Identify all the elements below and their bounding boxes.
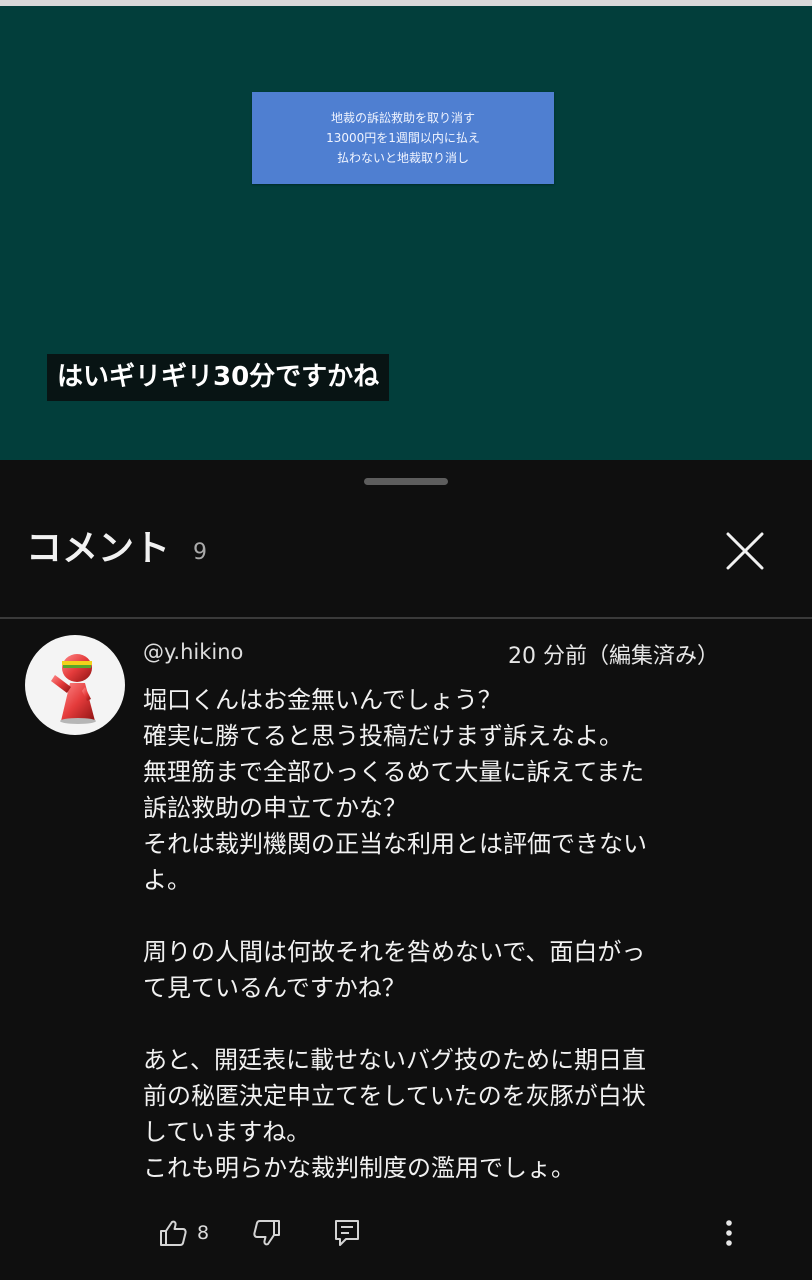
- slide-line: 13000円を1週間以内に払え: [326, 131, 480, 145]
- comment-line: 訴訟救助の申立てかな？: [143, 794, 407, 822]
- comment-line: 堀口くんはお金無いんでしょう？: [143, 686, 502, 714]
- comment-line: 前の秘匿決定申立てをしていたのを灰豚が白状: [143, 1082, 646, 1110]
- avatar[interactable]: [25, 635, 125, 735]
- avatar-figure-icon: [51, 654, 96, 724]
- sheet-drag-handle[interactable]: [364, 478, 448, 485]
- comment-line: していますね。: [143, 1118, 311, 1146]
- slide-line: 地裁の訴訟救助を取り消す: [330, 111, 475, 125]
- comment-blank-line: [143, 1006, 783, 1042]
- comment-text: 堀口くんはお金無いんでしょう？ 確実に勝てると思う投稿だけまず訴えなよ。 無理筋…: [143, 682, 783, 1186]
- slide-line: 払わないと地裁取り消し: [336, 151, 469, 165]
- comment-author[interactable]: @y.hikino: [143, 638, 243, 666]
- comments-title: コメント: [26, 528, 171, 569]
- header-divider: [0, 617, 812, 619]
- close-button[interactable]: [718, 524, 772, 578]
- thumbs-down-icon[interactable]: [252, 1218, 282, 1248]
- more-vertical-icon[interactable]: [714, 1218, 744, 1248]
- close-icon: [726, 532, 764, 570]
- comment-timestamp: 20 分前（編集済み）: [508, 644, 719, 669]
- video-slide-text-box: 地裁の訴訟救助を取り消す 13000円を1週間以内に払え 払わないと地裁取り消し: [252, 92, 554, 184]
- comment-line: よ。: [143, 866, 191, 894]
- comment-line: それは裁判機関の正当な利用とは評価できない: [143, 830, 647, 858]
- video-caption: はいギリギリ30分ですかね: [47, 354, 390, 401]
- comments-sheet: コメント 9 @y.hikino 20 分前（編集済み） 堀口くんはお金無いんで…: [0, 460, 812, 1280]
- comment-line: これも明らかな裁判制度の濫用でしょ。: [143, 1154, 575, 1182]
- video-player[interactable]: 地裁の訴訟救助を取り消す 13000円を1週間以内に払え 払わないと地裁取り消し…: [0, 0, 812, 460]
- comment-line: て見ているんですかね？: [143, 974, 406, 1002]
- comment-blank-line: [143, 898, 783, 934]
- comment-line: 無理筋まで全部ひっくるめて大量に訴えてまた: [143, 758, 645, 786]
- like-count: 8: [197, 1222, 210, 1244]
- comment-line: あと、開廷表に載せないバグ技のために期日直: [143, 1046, 647, 1074]
- thumbs-up-icon[interactable]: [158, 1218, 188, 1248]
- comment-action-bar: 8: [0, 1208, 812, 1258]
- comments-count: 9: [193, 540, 207, 565]
- reply-icon[interactable]: [332, 1218, 362, 1248]
- app-screen: 地裁の訴訟救助を取り消す 13000円を1週間以内に払え 払わないと地裁取り消し…: [0, 0, 812, 1280]
- comment-line: 周りの人間は何故それを咎めないで、面白がっ: [143, 938, 646, 966]
- comment-line: 確実に勝てると思う投稿だけまず訴えなよ。: [143, 722, 623, 750]
